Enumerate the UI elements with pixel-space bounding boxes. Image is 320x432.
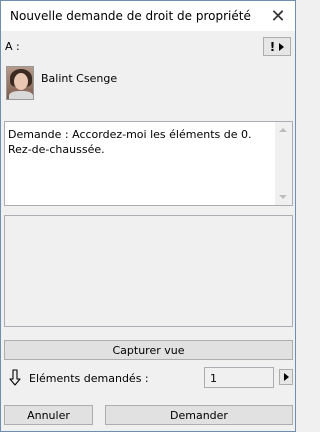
recipient-name: Balint Csenge: [41, 72, 118, 85]
capture-view-label: Capturer vue: [112, 343, 185, 357]
recipient-entry[interactable]: Balint Csenge: [6, 66, 206, 100]
triangle-right-icon: [283, 373, 289, 381]
dialog-window: Nouvelle demande de droit de propriété ✕…: [0, 0, 296, 432]
to-row: A : !: [1, 37, 295, 57]
requested-elements-count: 1: [210, 372, 217, 385]
request-button[interactable]: Demander: [105, 405, 293, 425]
title-bar: Nouvelle demande de droit de propriété ✕: [1, 1, 295, 31]
requested-elements-expand-button[interactable]: [279, 369, 293, 385]
close-icon: ✕: [270, 5, 286, 27]
message-textarea[interactable]: Demande : Accordez-moi les éléments de 0…: [4, 121, 293, 206]
down-arrow-icon: [9, 369, 21, 386]
scroll-down-icon[interactable]: [279, 195, 287, 199]
close-button[interactable]: ✕: [267, 5, 289, 27]
request-button-label: Demander: [170, 408, 228, 422]
capture-view-button[interactable]: Capturer vue: [4, 340, 293, 360]
triangle-right-icon: [279, 42, 285, 51]
window-title: Nouvelle demande de droit de propriété: [10, 9, 251, 23]
requested-elements-row: Eléments demandés : 1: [1, 367, 295, 389]
avatar: [6, 66, 34, 100]
cancel-button-label: Annuler: [27, 408, 70, 422]
cancel-button[interactable]: Annuler: [4, 405, 93, 425]
exclamation-icon: !: [269, 39, 276, 54]
priority-menu-button[interactable]: !: [263, 37, 291, 56]
requested-elements-label: Eléments demandés :: [29, 372, 149, 385]
scroll-up-icon[interactable]: [279, 128, 287, 132]
message-text: Demande : Accordez-moi les éléments de 0…: [8, 128, 252, 156]
to-label: A :: [5, 40, 20, 53]
view-preview-area: [4, 215, 293, 327]
message-scrollbar[interactable]: [275, 122, 292, 205]
requested-elements-count-field: 1: [204, 367, 274, 388]
